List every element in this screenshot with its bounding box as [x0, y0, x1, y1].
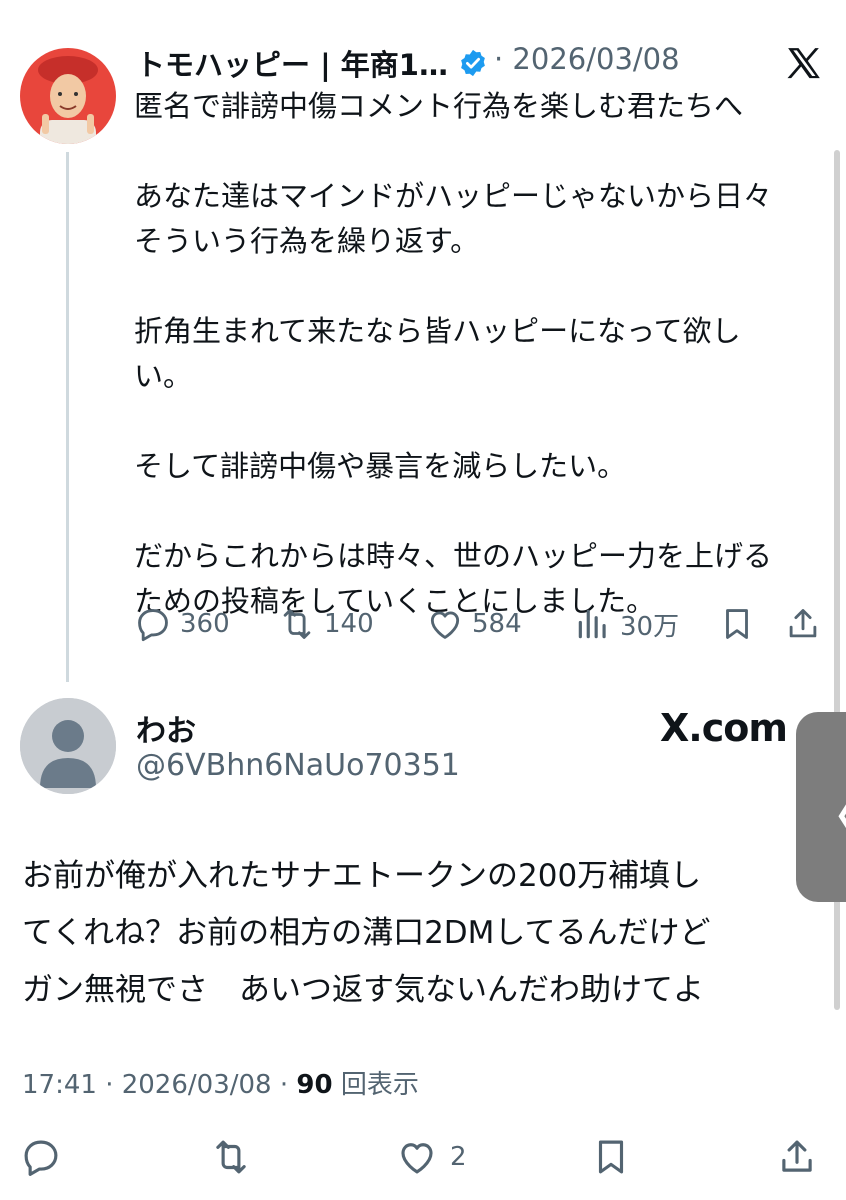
retweet-button-2[interactable]	[210, 1134, 252, 1180]
reply-author-name[interactable]: わお	[136, 706, 196, 750]
reply-count: 360	[180, 609, 230, 639]
x-com-watermark: X.com	[660, 706, 788, 750]
author-display-name[interactable]: トモハッピー | 年商1…	[136, 42, 448, 84]
tweet-action-bar: 360 140 584 30万	[134, 602, 828, 646]
reply-like-count: 2	[450, 1142, 467, 1172]
reply-view-label: 回表示	[340, 1070, 419, 1100]
bookmark-icon	[598, 1140, 624, 1174]
retweet-button[interactable]: 140	[278, 602, 374, 646]
like-button-2[interactable]: 2	[396, 1134, 467, 1180]
retweet-icon	[216, 1140, 246, 1174]
bookmark-button-2[interactable]	[590, 1134, 632, 1180]
bookmark-button[interactable]	[718, 602, 756, 646]
views-button[interactable]: 30万	[574, 602, 679, 646]
retweet-icon	[283, 609, 311, 639]
retweet-count: 140	[324, 609, 374, 639]
reply-view-count: 90	[296, 1070, 333, 1100]
reply-button-2[interactable]	[20, 1134, 62, 1180]
reply-meta: 17:41 · 2026/03/08 · 90 回表示	[22, 1064, 419, 1101]
reply-icon	[138, 609, 168, 642]
views-count: 30万	[620, 611, 680, 642]
reply-body: お前が俺が入れたサナエトークンの200万補填し てくれね？お前の相方の溝口2DM…	[22, 858, 711, 1008]
thread-connector-line	[66, 152, 69, 682]
x-logo-icon[interactable]	[784, 44, 824, 84]
author-avatar[interactable]	[20, 48, 116, 144]
tweet-body: 匿名で誹謗中傷コメント行為を楽しむ君たちへ あなた達はマインドがハッピーじゃない…	[134, 89, 773, 618]
tweet-date[interactable]: · 2026/03/08	[494, 42, 680, 76]
reply-button[interactable]: 360	[134, 602, 230, 646]
share-icon	[789, 609, 817, 638]
reply-timestamp[interactable]: 17:41 · 2026/03/08 ·	[22, 1070, 296, 1100]
like-icon	[430, 611, 460, 639]
share-button[interactable]	[784, 602, 822, 646]
bookmark-icon	[726, 609, 748, 639]
views-icon	[578, 609, 606, 639]
reply-icon	[24, 1140, 58, 1176]
share-button-2[interactable]	[776, 1134, 818, 1180]
verified-badge-icon	[458, 48, 488, 78]
like-icon	[401, 1143, 433, 1174]
reply-author-avatar[interactable]	[20, 698, 116, 794]
like-button[interactable]: 584	[426, 602, 522, 646]
chevron-left-icon[interactable]: 〈	[810, 778, 846, 850]
reply-action-bar: 2	[20, 1134, 826, 1180]
share-icon	[782, 1140, 812, 1172]
reply-author-handle[interactable]: @6VBhn6NaUo70351	[136, 748, 460, 783]
like-count: 584	[472, 609, 522, 639]
